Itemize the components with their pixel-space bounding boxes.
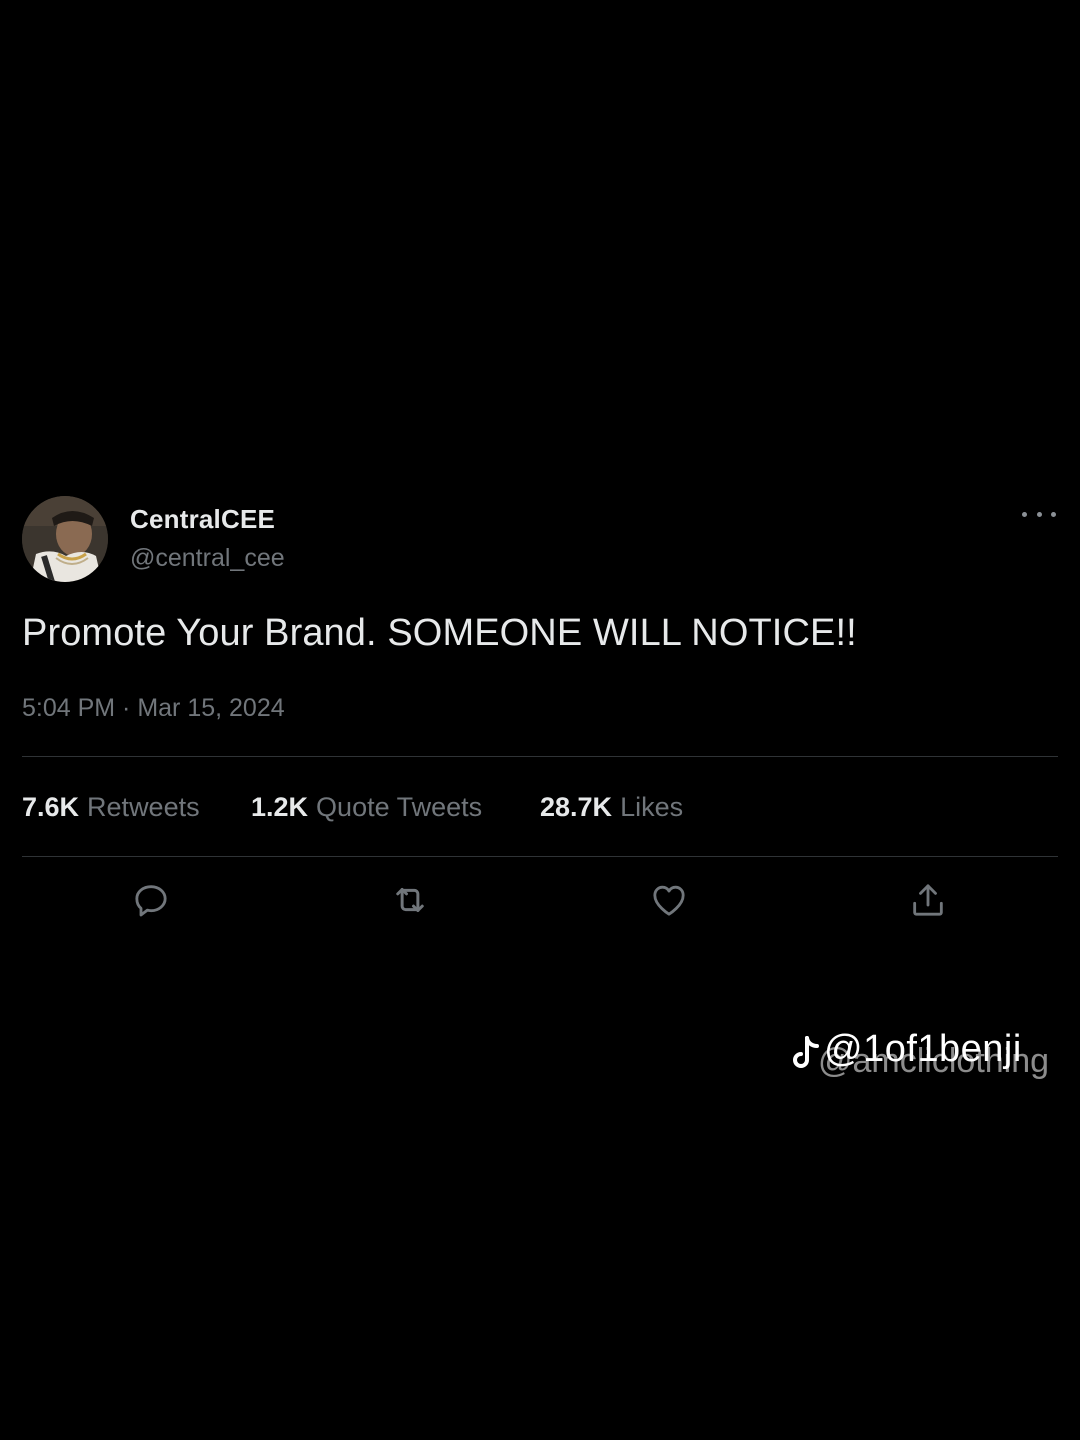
divider <box>22 856 1058 857</box>
retweets-count: 7.6K <box>22 792 80 822</box>
ellipsis-icon[interactable] <box>1022 504 1056 524</box>
more-dot <box>1051 511 1056 517</box>
tweet-actions <box>22 878 1058 928</box>
quote-tweets-count: 1.2K <box>251 792 309 822</box>
display-name[interactable]: CentralCEE <box>130 504 275 535</box>
share-button[interactable] <box>906 878 950 922</box>
tiktok-watermark: @amcliclothing @1of1benji <box>790 1028 1060 1084</box>
share-upload-icon <box>913 884 943 916</box>
retweet-button[interactable] <box>388 878 432 922</box>
quote-tweets-stat[interactable]: 1.2K Quote Tweets <box>251 792 540 823</box>
more-dot <box>1036 511 1042 517</box>
tiktok-logo-icon <box>793 1036 819 1068</box>
likes-label: Likes <box>620 792 684 822</box>
likes-count: 28.7K <box>540 792 613 822</box>
tweet-detail: CentralCEE @central_cee Promote Your Bra… <box>22 494 1058 917</box>
avatar[interactable] <box>22 496 108 582</box>
user-handle[interactable]: @central_cee <box>130 544 285 573</box>
quote-tweets-label: Quote Tweets <box>316 792 483 822</box>
reply-button[interactable] <box>129 878 173 922</box>
divider <box>22 756 1058 757</box>
like-button[interactable] <box>647 878 691 922</box>
tweet-text: Promote Your Brand. SOMEONE WILL NOTICE!… <box>22 612 857 654</box>
watermark-primary-handle: @1of1benji <box>824 1028 1022 1070</box>
tweet-header: CentralCEE @central_cee <box>22 494 1058 584</box>
tweet-timestamp[interactable]: 5:04 PM · Mar 15, 2024 <box>22 694 285 723</box>
speech-bubble-icon <box>135 885 167 917</box>
heart-icon <box>653 885 685 916</box>
likes-stat[interactable]: 28.7K Likes <box>540 792 683 823</box>
retweets-label: Retweets <box>87 792 200 822</box>
retweets-stat[interactable]: 7.6K Retweets <box>22 792 251 823</box>
retweet-arrows-icon <box>396 888 424 912</box>
more-dot <box>1022 511 1027 517</box>
tweet-stats: 7.6K Retweets 1.2K Quote Tweets 28.7K Li… <box>22 792 683 823</box>
